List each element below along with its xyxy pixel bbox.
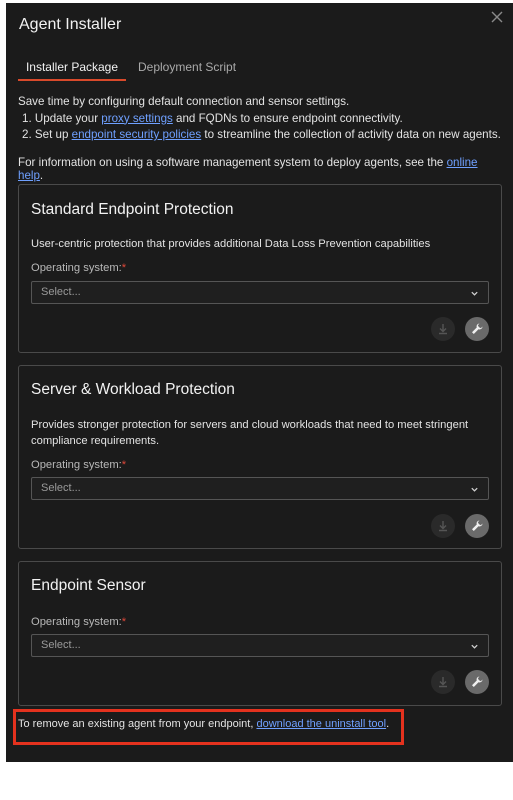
card-server-workload-protection: Server & Workload Protection Provides st… [18, 365, 502, 549]
tab-installer-package[interactable]: Installer Package [18, 55, 126, 81]
settings-button[interactable] [465, 317, 489, 341]
download-icon [439, 677, 447, 688]
card-description: User-centric protection that provides ad… [31, 238, 431, 250]
required-mark: * [121, 616, 127, 628]
os-select[interactable]: Select... [31, 281, 489, 304]
help-suffix: . [39, 169, 44, 182]
settings-button[interactable] [465, 514, 489, 538]
required-mark: * [121, 262, 127, 274]
intro-line: Save time by configuring default connect… [18, 95, 350, 108]
help-prefix: For information on using a software mana… [18, 156, 447, 169]
card-description: Provides stronger protection for servers… [31, 419, 469, 447]
card-title: Endpoint Sensor [31, 577, 146, 594]
tab-bar: Installer Package Deployment Script [18, 55, 500, 83]
chevron-down-icon [471, 644, 478, 649]
uninstall-tool-link[interactable]: download the uninstall tool [256, 718, 386, 730]
step2-suffix: to streamline the collection of activity… [201, 128, 501, 141]
uninstall-text: To remove an existing agent from your en… [18, 718, 458, 730]
select-placeholder: Select... [41, 639, 81, 651]
required-mark: * [121, 459, 127, 471]
intro-step-1: 1. Update your proxy settings and FQDNs … [18, 111, 503, 128]
step2-prefix: 2. Set up [22, 128, 72, 141]
download-icon [439, 521, 447, 532]
step1-suffix: and FQDNs to ensure endpoint connectivit… [172, 111, 403, 125]
os-select[interactable]: Select... [31, 634, 489, 657]
proxy-settings-link[interactable]: proxy settings [101, 112, 173, 125]
intro-step-2: 2. Set up endpoint security policies to … [18, 127, 503, 144]
card-title: Server & Workload Protection [31, 381, 235, 398]
download-icon [439, 324, 447, 335]
tab-deployment-script[interactable]: Deployment Script [138, 55, 236, 81]
download-button[interactable] [431, 317, 455, 341]
os-label: Operating system:* [31, 262, 126, 274]
dialog-title: Agent Installer [19, 16, 122, 33]
os-label-text: Operating system: [31, 616, 122, 628]
wrench-icon [472, 676, 483, 687]
close-icon[interactable] [489, 9, 505, 25]
select-placeholder: Select... [41, 482, 81, 494]
help-text: For information on using a software mana… [18, 156, 503, 182]
os-select[interactable]: Select... [31, 477, 489, 500]
os-label-text: Operating system: [31, 459, 122, 471]
select-placeholder: Select... [41, 286, 81, 298]
footer-prefix: To remove an existing agent from your en… [18, 718, 257, 730]
download-button[interactable] [431, 514, 455, 538]
download-button[interactable] [431, 670, 455, 694]
wrench-icon [472, 323, 483, 334]
card-endpoint-sensor: Endpoint Sensor Operating system:* Selec… [18, 561, 502, 706]
os-label-text: Operating system: [31, 262, 122, 274]
card-standard-endpoint-protection: Standard Endpoint Protection User-centri… [18, 184, 502, 353]
card-title: Standard Endpoint Protection [31, 201, 234, 218]
wrench-icon [472, 520, 483, 531]
step1-prefix: 1. Update your [22, 111, 102, 125]
chevron-down-icon [471, 291, 478, 296]
footer-suffix: . [386, 718, 390, 730]
endpoint-security-policies-link[interactable]: endpoint security policies [72, 128, 202, 141]
intro-text: Save time by configuring default connect… [18, 94, 503, 144]
agent-installer-dialog: Agent Installer Installer Package Deploy… [6, 3, 513, 762]
settings-button[interactable] [465, 670, 489, 694]
chevron-down-icon [471, 487, 478, 492]
os-label: Operating system:* [31, 616, 126, 628]
os-label: Operating system:* [31, 459, 126, 471]
